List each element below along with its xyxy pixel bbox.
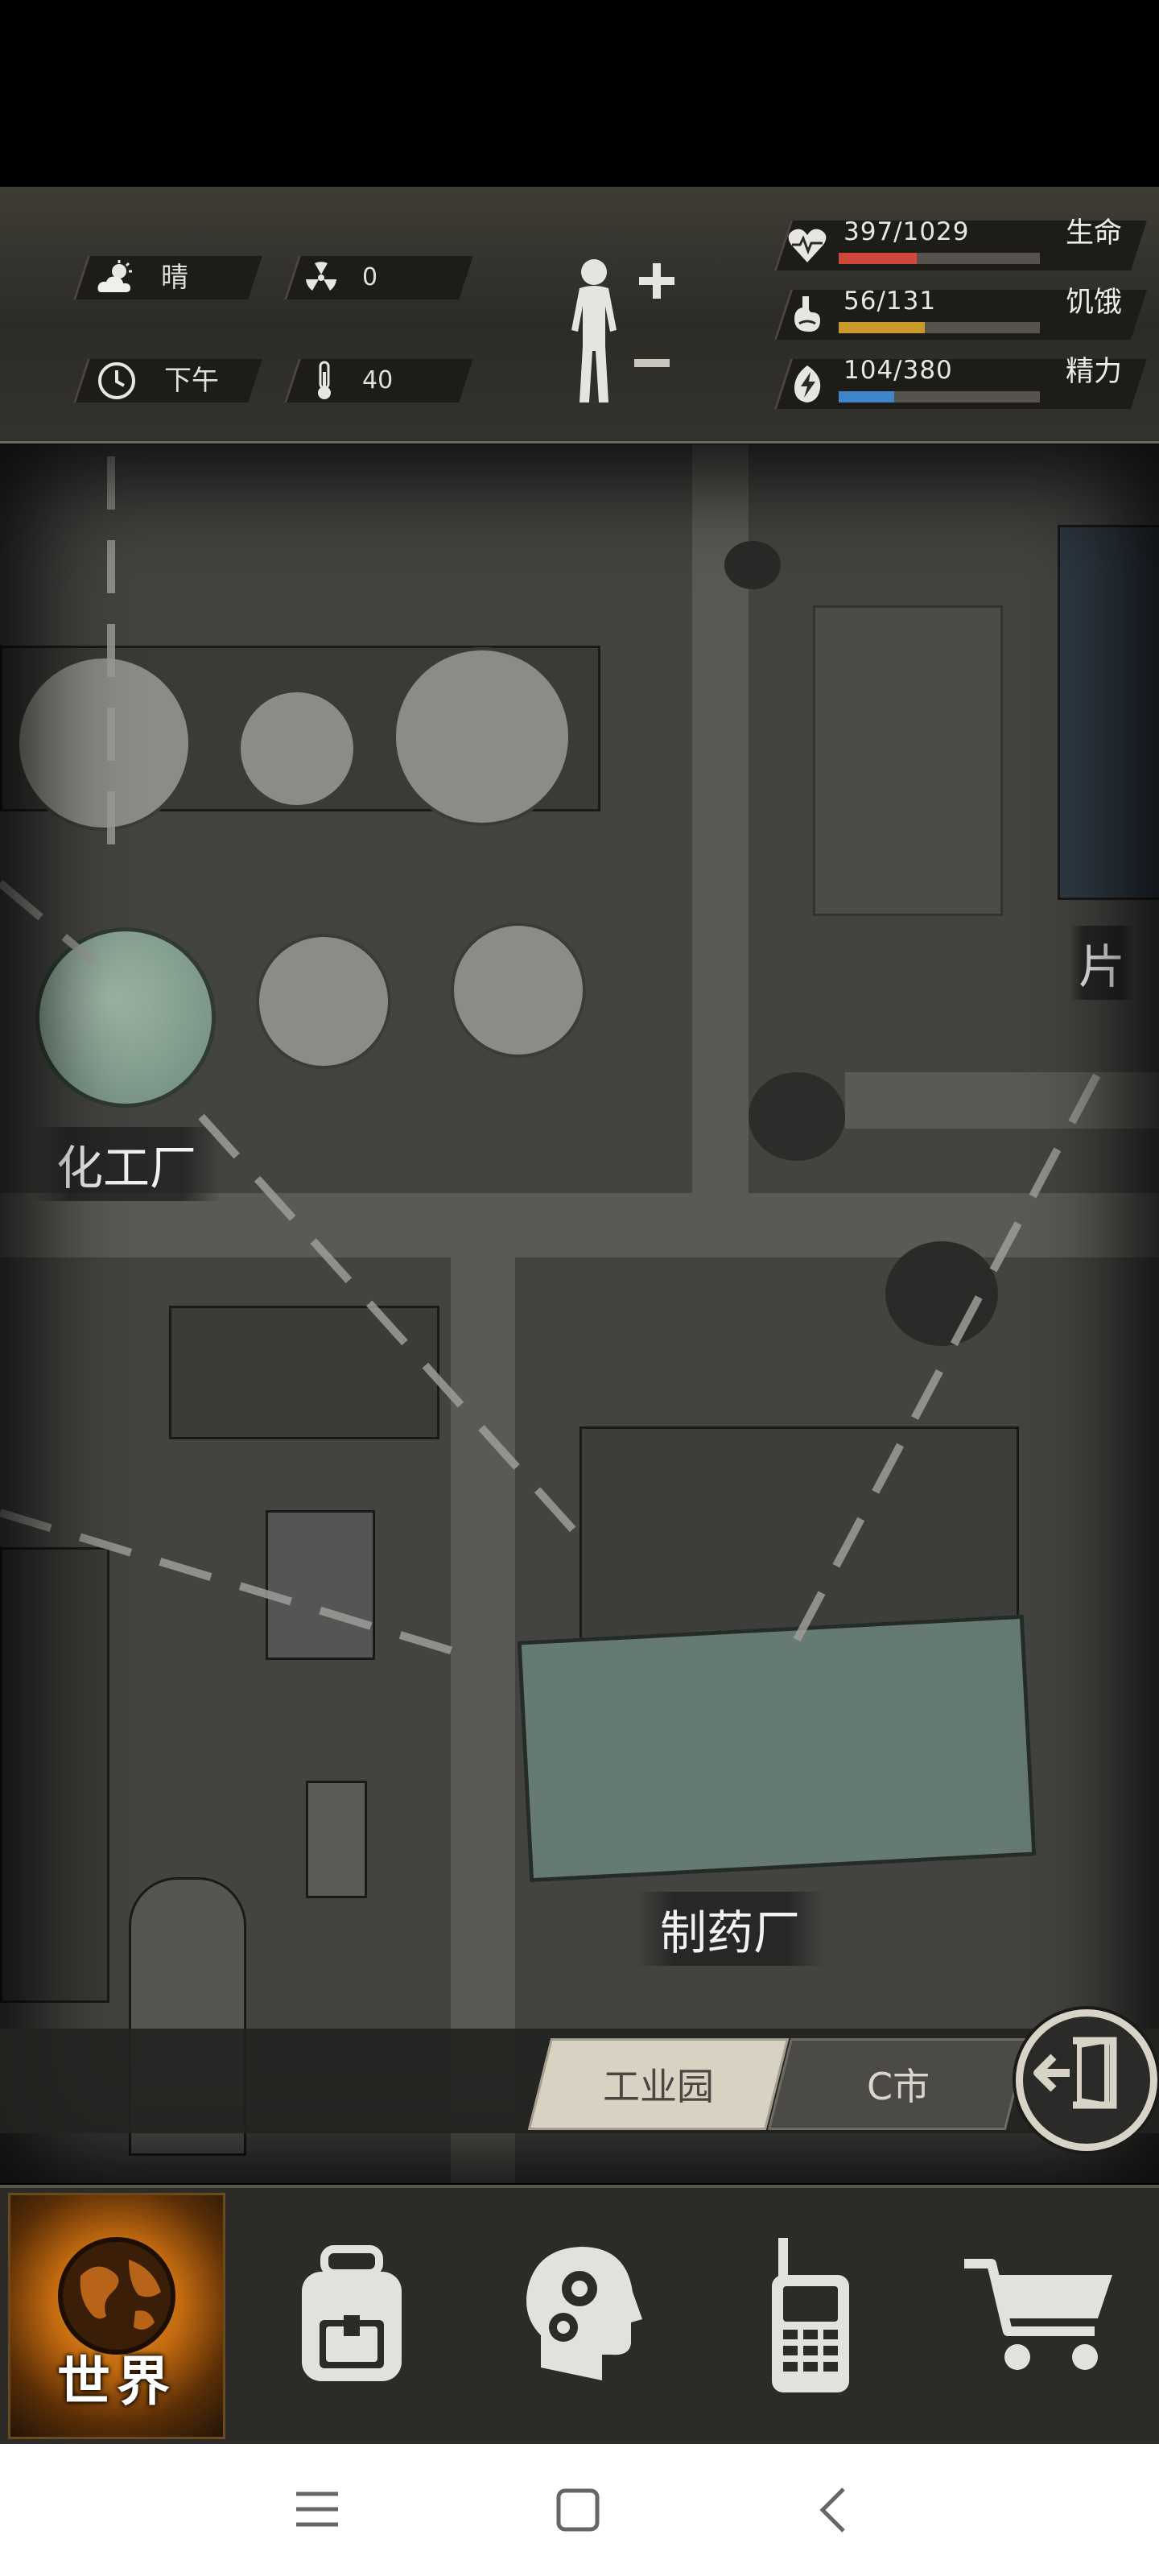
nav-skills-button[interactable] <box>475 2194 687 2436</box>
health-value: 397/1029 <box>843 217 970 246</box>
storage-tank <box>451 923 586 1058</box>
exit-door-icon <box>1033 2037 1117 2109</box>
parking-lot <box>813 605 1003 916</box>
building <box>580 1426 1019 1649</box>
head-gears-icon <box>526 2247 642 2380</box>
area-current-label: 工业园 <box>603 2065 714 2108</box>
world-map[interactable]: 化工厂 片 制药厂 <box>0 444 1159 2183</box>
hunger-value: 56/131 <box>843 287 937 316</box>
radiation-icon <box>299 256 343 299</box>
location-label-pharmaceutical-factory[interactable]: 制药厂 <box>636 1892 825 1966</box>
exit-button[interactable] <box>1016 2009 1157 2151</box>
health-bar <box>839 253 1040 264</box>
energy-bar <box>839 391 1040 402</box>
radiation-value: 0 <box>362 263 378 291</box>
hunger-label: 饥饿 <box>1066 287 1123 319</box>
temperature-value: 40 <box>362 366 394 394</box>
human-figure-icon <box>571 259 674 402</box>
walkie-talkie-icon <box>772 2238 849 2392</box>
energy-value: 104/380 <box>843 356 953 385</box>
location-label-chemical-plant[interactable]: 化工厂 <box>32 1127 221 1201</box>
building <box>169 1306 439 1439</box>
pharmaceutical-factory-marker[interactable] <box>517 1614 1037 1883</box>
route-line <box>107 456 115 875</box>
weather-value: 晴 <box>161 262 188 294</box>
backpack-icon <box>302 2245 402 2381</box>
menu-icon[interactable] <box>295 2489 340 2529</box>
storage-tank <box>16 655 192 831</box>
energy-icon <box>786 362 829 406</box>
energy-label: 精力 <box>1066 356 1123 388</box>
nav-radio-button[interactable] <box>704 2194 917 2436</box>
nav-shop-button[interactable] <box>934 2194 1146 2436</box>
area-city-label: C市 <box>866 2065 930 2108</box>
nav-world-button[interactable]: 世界 <box>8 2193 225 2439</box>
health-label: 生命 <box>1066 217 1123 250</box>
area-button-industrial-park[interactable]: 工业园 <box>527 2038 790 2130</box>
stomach-icon <box>786 293 829 336</box>
nav-world-label: 世界 <box>57 2351 176 2413</box>
area-button-city[interactable]: C市 <box>767 2038 1029 2130</box>
cloud-sun-icon <box>95 256 138 299</box>
thermometer-icon <box>303 359 346 402</box>
road <box>845 1072 1159 1129</box>
system-nav-bar <box>0 2444 1159 2576</box>
route-line <box>0 880 96 964</box>
road <box>0 1193 1159 1257</box>
back-icon[interactable] <box>813 2486 853 2534</box>
home-icon[interactable] <box>555 2487 600 2533</box>
chemical-plant-marker[interactable] <box>35 927 216 1108</box>
storage-tank <box>393 647 571 826</box>
character-status-button[interactable] <box>555 250 684 411</box>
shopping-cart-icon <box>964 2259 1112 2370</box>
bottom-nav: 世界 <box>0 2185 1159 2447</box>
storage-tank <box>237 689 357 808</box>
status-bar: 晴 0 下午 40 397/1029 生命 56/131 饥饿 104/380 … <box>0 187 1159 444</box>
heart-icon <box>786 224 829 267</box>
location-label-right[interactable]: 片 <box>1070 926 1134 1000</box>
hunger-bar <box>839 322 1040 333</box>
storage-tank <box>256 934 391 1069</box>
time-value: 下午 <box>164 365 219 397</box>
nav-backpack-button[interactable] <box>245 2194 458 2436</box>
clock-icon <box>95 359 138 402</box>
